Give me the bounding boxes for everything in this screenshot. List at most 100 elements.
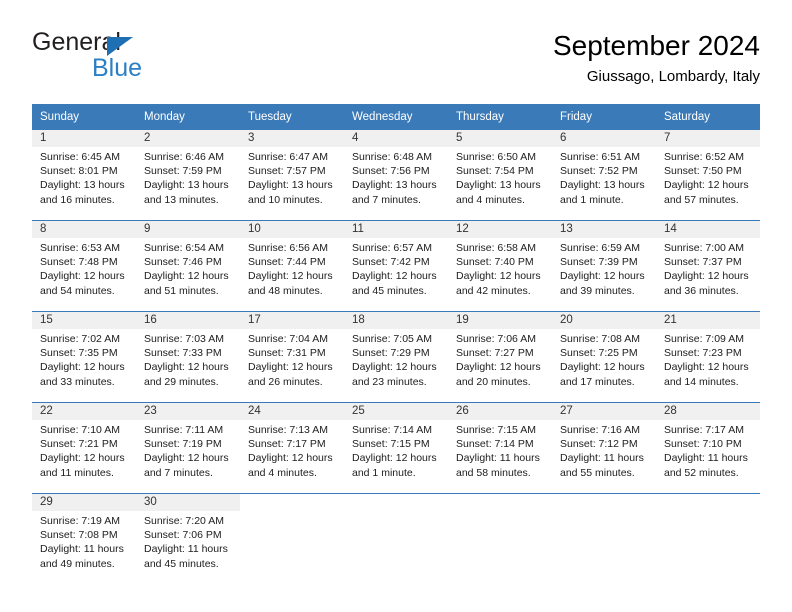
daylight-duration-line1: Daylight: 13 hours bbox=[248, 179, 333, 192]
calendar-day-cell[interactable]: 6 Sunrise: 6:51 AM Sunset: 7:52 PM Daylight… bbox=[552, 130, 656, 221]
daylight-duration-line2: and 7 minutes. bbox=[352, 193, 421, 206]
daylight-duration-line1: Daylight: 11 hours bbox=[144, 543, 228, 556]
day-number: 15 bbox=[32, 312, 136, 329]
sunset-time: Sunset: 7:14 PM bbox=[456, 438, 534, 451]
sunset-time: Sunset: 8:01 PM bbox=[40, 165, 118, 178]
calendar-day-cell[interactable]: 18 Sunrise: 7:05 AM Sunset: 7:29 PM Dayligh… bbox=[344, 311, 448, 403]
calendar-day-cell[interactable]: 15 Sunrise: 7:02 AM Sunset: 7:35 PM Dayligh… bbox=[32, 311, 136, 403]
page-title: September 2024 bbox=[552, 30, 760, 61]
day-number: 27 bbox=[552, 403, 656, 420]
weekday-header-wednesday: Wednesday bbox=[344, 104, 448, 130]
logo-text-blue: Blue bbox=[92, 54, 143, 82]
calendar-day-cell[interactable]: 1 Sunrise: 6:45 AM Sunset: 8:01 PM Daylight… bbox=[32, 130, 136, 221]
day-number: 24 bbox=[240, 403, 344, 420]
calendar-day-cell[interactable]: 20 Sunrise: 7:08 AM Sunset: 7:25 PM Dayligh… bbox=[552, 311, 656, 403]
daylight-duration-line1: Daylight: 12 hours bbox=[456, 361, 541, 374]
calendar-day-cell[interactable]: 3 Sunrise: 6:47 AM Sunset: 7:57 PM Daylight… bbox=[240, 130, 344, 221]
calendar-day-cell[interactable]: 17 Sunrise: 7:04 AM Sunset: 7:31 PM Dayligh… bbox=[240, 311, 344, 403]
daylight-duration-line2: and 57 minutes. bbox=[664, 193, 739, 206]
day-details: Sunrise: 6:47 AM Sunset: 7:57 PM Daylight:… bbox=[240, 147, 344, 207]
daylight-duration-line2: and 1 minute. bbox=[560, 193, 624, 206]
general-blue-logo[interactable]: General Blue bbox=[32, 28, 252, 90]
day-details: Sunrise: 7:08 AM Sunset: 7:25 PM Daylight:… bbox=[552, 329, 656, 389]
calendar-day-cell[interactable]: 26 Sunrise: 7:15 AM Sunset: 7:14 PM Dayligh… bbox=[448, 402, 552, 494]
day-number: 21 bbox=[656, 312, 760, 329]
daylight-duration-line1: Daylight: 12 hours bbox=[664, 361, 749, 374]
page-header: General Blue September 2024 Giussago, Lo… bbox=[32, 28, 760, 94]
calendar-day-cell[interactable]: 13 Sunrise: 6:59 AM Sunset: 7:39 PM Dayligh… bbox=[552, 220, 656, 312]
day-number bbox=[344, 494, 448, 511]
sunrise-time: Sunrise: 7:06 AM bbox=[456, 333, 536, 345]
sunrise-time: Sunrise: 7:17 AM bbox=[664, 424, 744, 436]
sunrise-time: Sunrise: 7:11 AM bbox=[144, 424, 224, 436]
calendar-day-cell[interactable]: 29 Sunrise: 7:19 AM Sunset: 7:08 PM Dayligh… bbox=[32, 494, 136, 585]
day-details: Sunrise: 6:48 AM Sunset: 7:56 PM Daylight:… bbox=[344, 147, 448, 207]
calendar-day-cell[interactable]: 25 Sunrise: 7:14 AM Sunset: 7:15 PM Dayligh… bbox=[344, 402, 448, 494]
calendar-day-cell[interactable]: 4 Sunrise: 6:48 AM Sunset: 7:56 PM Daylight… bbox=[344, 130, 448, 221]
sunset-time: Sunset: 7:44 PM bbox=[248, 256, 326, 269]
calendar-day-cell[interactable]: 24 Sunrise: 7:13 AM Sunset: 7:17 PM Dayligh… bbox=[240, 402, 344, 494]
sunset-time: Sunset: 7:33 PM bbox=[144, 347, 222, 360]
sunset-time: Sunset: 7:12 PM bbox=[560, 438, 638, 451]
calendar-day-cell[interactable]: 8 Sunrise: 6:53 AM Sunset: 7:48 PM Daylight… bbox=[32, 220, 136, 312]
day-number: 18 bbox=[344, 312, 448, 329]
day-number: 3 bbox=[240, 130, 344, 147]
calendar-day-cell[interactable]: 30 Sunrise: 7:20 AM Sunset: 7:06 PM Dayligh… bbox=[136, 494, 240, 585]
calendar-day-cell[interactable]: 22 Sunrise: 7:10 AM Sunset: 7:21 PM Dayligh… bbox=[32, 402, 136, 494]
sunrise-time: Sunrise: 6:54 AM bbox=[144, 242, 224, 254]
day-number: 16 bbox=[136, 312, 240, 329]
day-number: 1 bbox=[32, 130, 136, 147]
day-details: Sunrise: 7:06 AM Sunset: 7:27 PM Daylight:… bbox=[448, 329, 552, 389]
day-details: Sunrise: 6:52 AM Sunset: 7:50 PM Daylight:… bbox=[656, 147, 760, 207]
sunrise-time: Sunrise: 7:13 AM bbox=[248, 424, 328, 436]
calendar-week-row: 1 Sunrise: 6:45 AM Sunset: 8:01 PM Daylight… bbox=[32, 130, 760, 221]
daylight-duration-line1: Daylight: 12 hours bbox=[248, 270, 333, 283]
sunset-time: Sunset: 7:25 PM bbox=[560, 347, 638, 360]
sunrise-time: Sunrise: 6:53 AM bbox=[40, 242, 120, 254]
daylight-duration-line2: and 51 minutes. bbox=[144, 284, 219, 297]
day-details: Sunrise: 6:53 AM Sunset: 7:48 PM Daylight:… bbox=[32, 238, 136, 298]
day-details: Sunrise: 6:45 AM Sunset: 8:01 PM Daylight:… bbox=[32, 147, 136, 207]
calendar-cell-empty bbox=[656, 493, 760, 584]
calendar-day-cell[interactable]: 27 Sunrise: 7:16 AM Sunset: 7:12 PM Dayligh… bbox=[552, 402, 656, 494]
day-number: 14 bbox=[656, 221, 760, 238]
calendar-day-cell[interactable]: 9 Sunrise: 6:54 AM Sunset: 7:46 PM Daylight… bbox=[136, 220, 240, 312]
sunrise-time: Sunrise: 6:45 AM bbox=[40, 151, 120, 163]
calendar-day-cell[interactable]: 16 Sunrise: 7:03 AM Sunset: 7:33 PM Dayligh… bbox=[136, 311, 240, 403]
daylight-duration-line2: and 7 minutes. bbox=[144, 466, 213, 479]
calendar-day-cell[interactable]: 12 Sunrise: 6:58 AM Sunset: 7:40 PM Dayligh… bbox=[448, 220, 552, 312]
calendar-day-cell[interactable]: 14 Sunrise: 7:00 AM Sunset: 7:37 PM Dayligh… bbox=[656, 220, 760, 312]
calendar-cell-empty bbox=[448, 493, 552, 584]
sunrise-time: Sunrise: 6:56 AM bbox=[248, 242, 328, 254]
calendar-day-cell[interactable]: 28 Sunrise: 7:17 AM Sunset: 7:10 PM Dayligh… bbox=[656, 402, 760, 494]
daylight-duration-line1: Daylight: 12 hours bbox=[40, 361, 125, 374]
day-details: Sunrise: 7:19 AM Sunset: 7:08 PM Daylight:… bbox=[32, 511, 136, 571]
sunset-time: Sunset: 7:46 PM bbox=[144, 256, 222, 269]
calendar-day-cell[interactable]: 10 Sunrise: 6:56 AM Sunset: 7:44 PM Dayligh… bbox=[240, 220, 344, 312]
sunset-time: Sunset: 7:35 PM bbox=[40, 347, 118, 360]
calendar-week-row: 22 Sunrise: 7:10 AM Sunset: 7:21 PM Dayligh… bbox=[32, 402, 760, 494]
sunrise-time: Sunrise: 6:51 AM bbox=[560, 151, 640, 163]
calendar-day-cell[interactable]: 23 Sunrise: 7:11 AM Sunset: 7:19 PM Dayligh… bbox=[136, 402, 240, 494]
daylight-duration-line2: and 14 minutes. bbox=[664, 375, 739, 388]
daylight-duration-line1: Daylight: 12 hours bbox=[248, 361, 333, 374]
sunrise-time: Sunrise: 6:46 AM bbox=[144, 151, 224, 163]
calendar-table: Sunday Monday Tuesday Wednesday Thursday… bbox=[32, 104, 760, 584]
calendar-day-cell[interactable]: 19 Sunrise: 7:06 AM Sunset: 7:27 PM Dayligh… bbox=[448, 311, 552, 403]
daylight-duration-line2: and 54 minutes. bbox=[40, 284, 115, 297]
calendar-day-cell[interactable]: 7 Sunrise: 6:52 AM Sunset: 7:50 PM Daylight… bbox=[656, 130, 760, 221]
day-number: 13 bbox=[552, 221, 656, 238]
daylight-duration-line1: Daylight: 11 hours bbox=[664, 452, 748, 465]
day-number: 30 bbox=[136, 494, 240, 511]
calendar-day-cell[interactable]: 2 Sunrise: 6:46 AM Sunset: 7:59 PM Daylight… bbox=[136, 130, 240, 221]
day-details: Sunrise: 7:04 AM Sunset: 7:31 PM Daylight:… bbox=[240, 329, 344, 389]
sunset-time: Sunset: 7:50 PM bbox=[664, 165, 742, 178]
day-number: 8 bbox=[32, 221, 136, 238]
calendar-week-row: 8 Sunrise: 6:53 AM Sunset: 7:48 PM Daylight… bbox=[32, 220, 760, 312]
calendar-day-cell[interactable]: 5 Sunrise: 6:50 AM Sunset: 7:54 PM Daylight… bbox=[448, 130, 552, 221]
daylight-duration-line2: and 4 minutes. bbox=[456, 193, 525, 206]
calendar-day-cell[interactable]: 21 Sunrise: 7:09 AM Sunset: 7:23 PM Dayligh… bbox=[656, 311, 760, 403]
calendar-day-cell[interactable]: 11 Sunrise: 6:57 AM Sunset: 7:42 PM Dayligh… bbox=[344, 220, 448, 312]
day-details: Sunrise: 7:17 AM Sunset: 7:10 PM Daylight:… bbox=[656, 420, 760, 480]
daylight-duration-line2: and 13 minutes. bbox=[144, 193, 219, 206]
